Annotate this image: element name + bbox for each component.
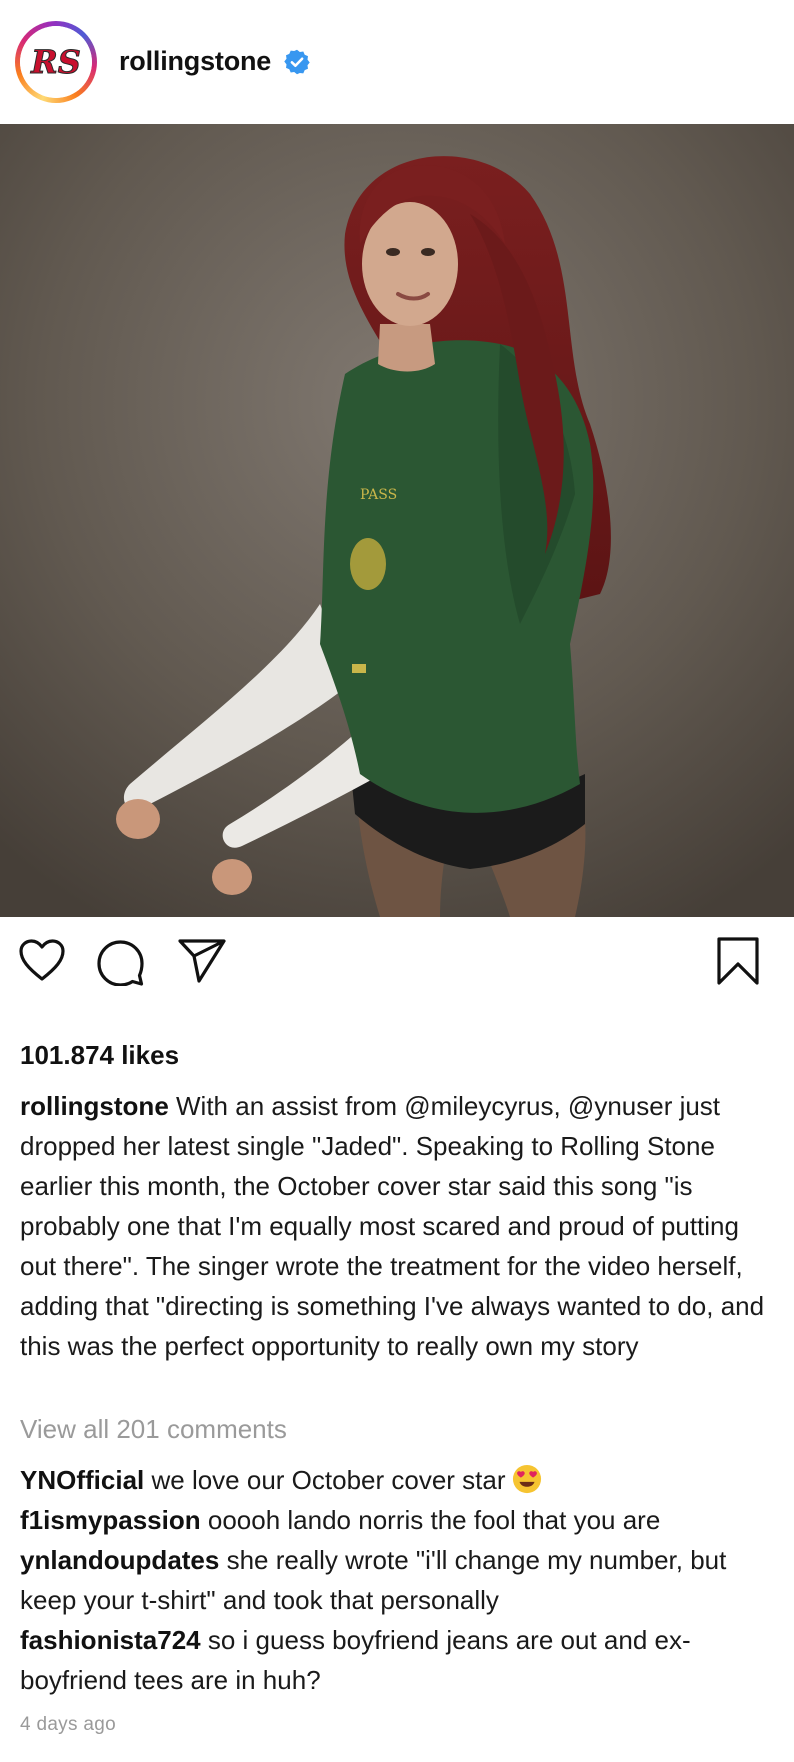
comment-icon[interactable]	[97, 938, 145, 986]
comment-text: we love our October cover star	[151, 1465, 506, 1495]
likes-count[interactable]: 101.874 likes	[20, 1040, 179, 1071]
comment-username[interactable]: fashionista724	[20, 1625, 201, 1655]
comment-username[interactable]: YNOfficial	[20, 1465, 144, 1495]
post-timestamp[interactable]: 4 days ago	[20, 1714, 116, 1736]
rolling-stone-logo: RS	[20, 26, 92, 98]
comment-item: YNOfficial we love our October cover sta…	[20, 1460, 780, 1500]
avatar-text: RS	[30, 43, 81, 81]
comment-item: fashionista724 so i guess boyfriend jean…	[20, 1620, 780, 1700]
post-header: RS rollingstone	[0, 0, 794, 124]
post-caption: rollingstone With an assist from @mileyc…	[20, 1086, 780, 1366]
comment-username[interactable]: ynlandoupdates	[20, 1545, 219, 1575]
caption-text: With an assist from @mileycyrus, @ynuser…	[20, 1091, 765, 1361]
post-photo[interactable]: PASS	[0, 124, 794, 917]
share-icon[interactable]	[177, 938, 227, 984]
comments-list: YNOfficial we love our October cover sta…	[20, 1460, 780, 1700]
heart-icon[interactable]	[18, 938, 66, 982]
avatar[interactable]: RS	[20, 26, 92, 98]
post-photo-illustration: PASS	[0, 124, 794, 917]
caption-username[interactable]: rollingstone	[20, 1091, 169, 1121]
comment-item: f1ismypassion ooooh lando norris the foo…	[20, 1500, 780, 1540]
avatar-story-ring[interactable]: RS	[15, 21, 97, 103]
shirt-print-text: PASS	[360, 487, 397, 503]
post-username[interactable]: rollingstone	[119, 46, 271, 77]
heart-eyes-emoji-icon	[512, 1464, 541, 1494]
comment-item: ynlandoupdates she really wrote "i'll ch…	[20, 1540, 780, 1620]
bookmark-icon[interactable]	[716, 936, 760, 986]
view-all-comments-link[interactable]: View all 201 comments	[20, 1414, 287, 1445]
comment-text: ooooh lando norris the fool that you are	[207, 1505, 661, 1535]
verified-badge-icon	[284, 49, 310, 75]
comment-username[interactable]: f1ismypassion	[20, 1505, 201, 1535]
